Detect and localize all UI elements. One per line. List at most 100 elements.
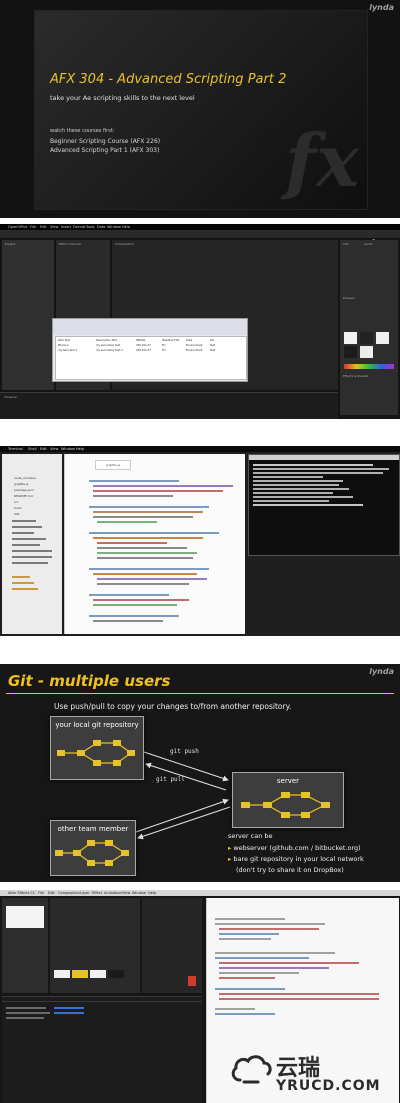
menu-item[interactable]: Edit [40, 446, 47, 452]
color-swatch[interactable] [344, 332, 357, 344]
menu-item[interactable]: Window [61, 446, 75, 452]
layer-bar[interactable] [54, 1007, 84, 1009]
menu-item[interactable]: Edit [48, 890, 55, 896]
tree-item[interactable]: build [14, 506, 21, 510]
prerequisite-course: Advanced Scripting Part 1 (AFX 303) [50, 147, 160, 154]
layer-row[interactable] [6, 1012, 50, 1014]
sheet-cell[interactable]: Text [210, 349, 215, 352]
info-audio-panel[interactable]: Info Audio Preview Effects & Presets [340, 240, 398, 415]
menu-item[interactable]: Help [76, 446, 84, 452]
sheet-cell[interactable]: 345,151,27 [136, 344, 151, 347]
tree-item[interactable] [12, 576, 30, 578]
color-swatch[interactable] [72, 970, 88, 978]
sheet-cell[interactable]: Fin [162, 344, 166, 347]
menu-item[interactable]: File [38, 890, 44, 896]
color-spectrum[interactable] [344, 364, 394, 369]
color-swatch[interactable] [360, 332, 373, 344]
menu-item[interactable]: Animation [104, 890, 122, 896]
terminal-line [253, 476, 323, 478]
color-swatch[interactable] [376, 332, 389, 344]
menu-item[interactable]: Help [148, 890, 156, 896]
code-line [219, 933, 279, 935]
tree-item[interactable] [12, 532, 34, 534]
spreadsheet-window[interactable]: Item Text Description Text IMDate Headli… [52, 318, 248, 382]
sheet-cell[interactable]: my secondary text [96, 344, 120, 347]
layer-row[interactable] [6, 1007, 46, 1009]
terminal-line [253, 496, 353, 498]
timeline-panel[interactable] [2, 996, 202, 1103]
terminal-line [253, 464, 373, 466]
menu-bar: Terminal Shell Edit View Window Help [0, 446, 400, 452]
fx-watermark: fx [285, 118, 359, 203]
tree-item[interactable] [12, 556, 52, 558]
composition-panel[interactable] [142, 898, 202, 993]
sheet-cell[interactable]: my item text 2 [58, 349, 77, 352]
sheet-cell[interactable]: Fin [162, 349, 166, 352]
code-line [219, 977, 275, 979]
menu-item[interactable]: Window [132, 890, 146, 896]
layer-bar[interactable] [54, 1012, 84, 1014]
sheet-cell[interactable]: Kw [210, 339, 214, 342]
terminal-window[interactable] [248, 454, 400, 556]
menu-item[interactable]: View [50, 446, 58, 452]
tree-item[interactable] [12, 520, 36, 522]
commit-graph-icon [57, 740, 135, 766]
tree-item[interactable] [12, 538, 46, 540]
timeline-panel[interactable]: Timeline [0, 392, 338, 419]
panel-label: Composition [115, 242, 134, 246]
menu-item[interactable]: After Effects CC [8, 890, 35, 896]
tree-item[interactable]: dist [14, 512, 19, 516]
color-swatch[interactable] [360, 346, 373, 358]
sheet-cell[interactable]: Headline Fmt [162, 339, 179, 342]
menu-item[interactable]: Shell [28, 446, 37, 452]
commit-graph-icon [241, 792, 330, 818]
color-swatch[interactable] [54, 970, 70, 978]
menu-item[interactable]: Effect [92, 890, 102, 896]
code-line [93, 573, 197, 575]
tree-item[interactable]: package.json [14, 488, 34, 492]
tree-item[interactable] [12, 544, 40, 546]
code-editor[interactable]: gulpfile.js [64, 454, 245, 634]
sheet-cell[interactable]: 345,151,27 [136, 349, 151, 352]
sheet-cell[interactable]: Description Text [96, 339, 117, 342]
sheet-cell[interactable]: Item Text [58, 339, 70, 342]
tree-item[interactable] [12, 550, 52, 552]
color-swatch[interactable] [90, 970, 106, 978]
layer-row[interactable] [6, 1017, 44, 1019]
code-line [93, 599, 189, 601]
project-tree[interactable]: node_modules gulpfile.js package.json RE… [2, 454, 62, 634]
editor-tab[interactable]: gulpfile.js [95, 460, 131, 470]
menu-item[interactable]: Terminal [8, 446, 23, 452]
tree-item[interactable]: node_modules [14, 476, 36, 480]
sheet-cell[interactable]: Text [210, 344, 215, 347]
tree-item[interactable]: src [14, 500, 18, 504]
tree-item[interactable]: gulpfile.js [14, 482, 28, 486]
tree-item[interactable] [12, 526, 42, 528]
code-line [93, 537, 203, 539]
code-line [97, 552, 197, 554]
logo-text-en: YRUCD.COM [276, 1078, 381, 1094]
color-swatch[interactable] [108, 970, 124, 978]
sheet-cell[interactable]: Date [186, 339, 192, 342]
sheet-cell[interactable]: IMDate [136, 339, 145, 342]
menu-bar: After Effects CC File Edit Composition L… [0, 890, 400, 896]
tree-item[interactable] [12, 562, 48, 564]
effect-controls-panel[interactable] [50, 898, 140, 993]
project-panel[interactable] [2, 898, 48, 993]
sheet-cell[interactable]: Phone A [58, 344, 69, 347]
menu-item[interactable]: Composition [58, 890, 80, 896]
code-line [93, 511, 203, 513]
menu-item[interactable]: Layer [80, 890, 90, 896]
screenshot-collage: fx lynda AFX 304 - Advanced Scripting Pa… [0, 0, 400, 1103]
project-panel[interactable]: Project [2, 240, 54, 390]
color-swatch[interactable] [344, 346, 357, 358]
sheet-cell[interactable]: my secondary text 2 [96, 349, 123, 352]
spreadsheet-grid[interactable]: Item Text Description Text IMDate Headli… [55, 336, 247, 380]
sheet-cell[interactable]: Environment [186, 344, 203, 347]
menu-item[interactable]: View [122, 890, 130, 896]
tree-item[interactable] [12, 582, 34, 584]
code-line [97, 578, 207, 580]
sheet-cell[interactable]: Environment [186, 349, 203, 352]
tree-item[interactable]: README.md [14, 494, 33, 498]
tree-item[interactable] [12, 588, 38, 590]
